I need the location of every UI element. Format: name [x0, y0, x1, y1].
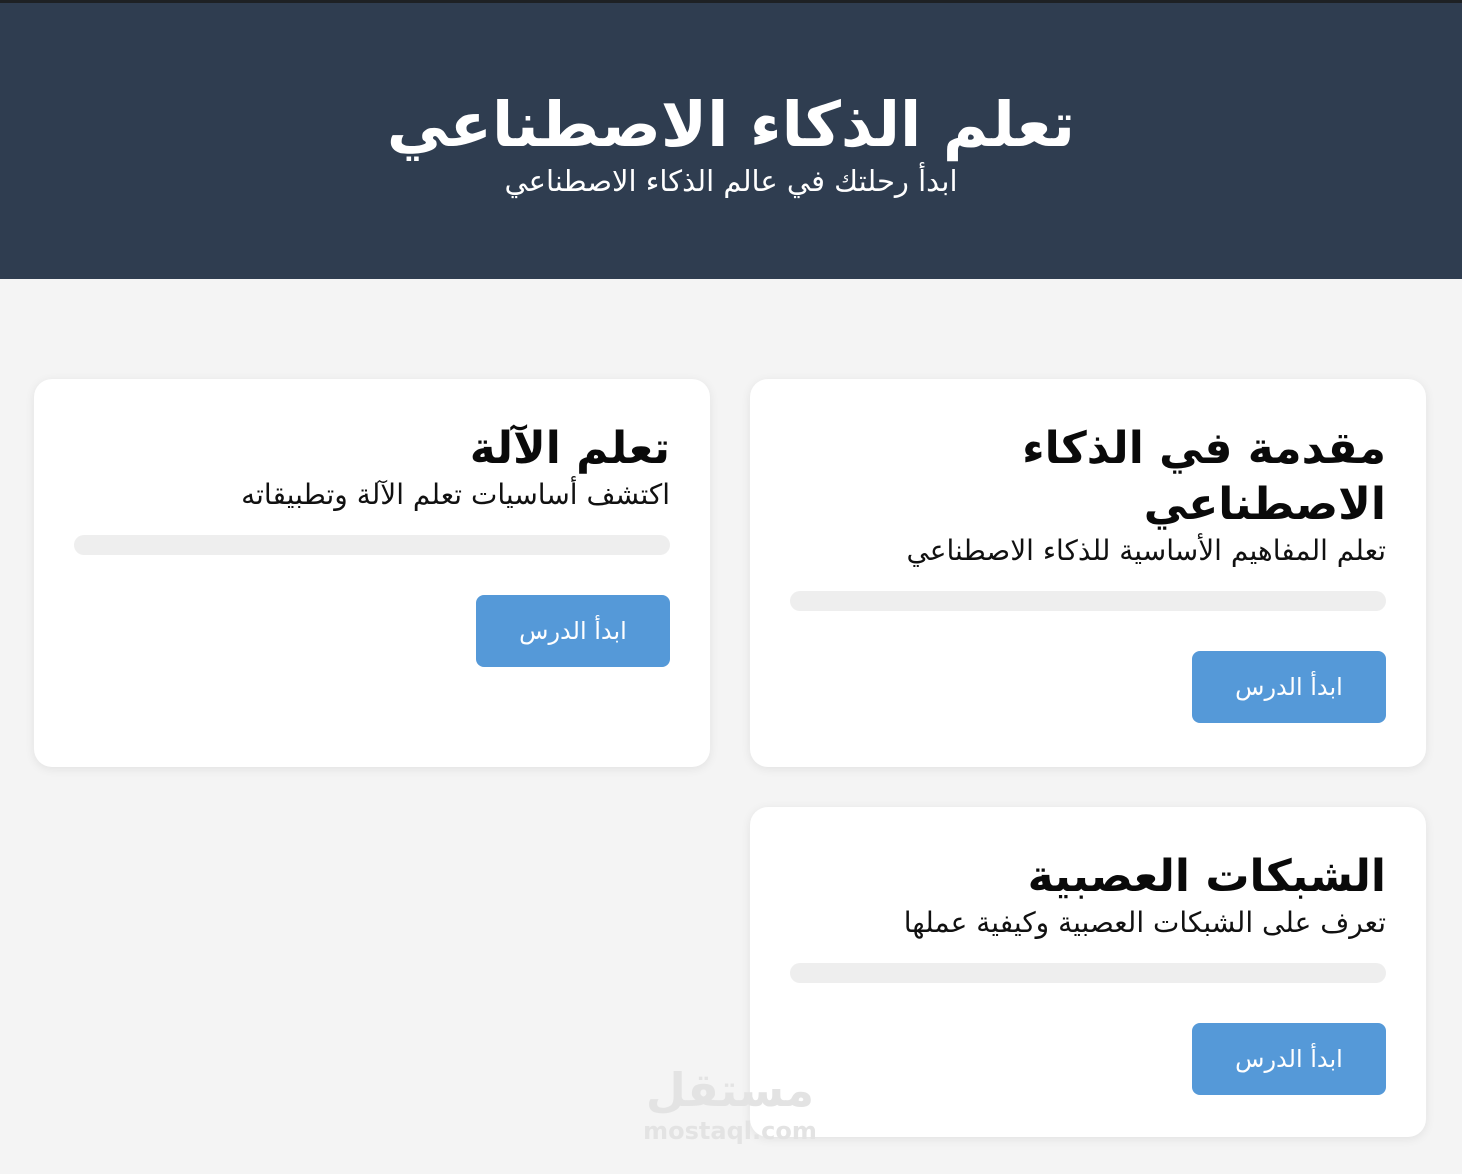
- course-progress-bar: [790, 963, 1386, 983]
- page-subtitle: ابدأ رحلتك في عالم الذكاء الاصطناعي: [504, 164, 958, 198]
- page: تعلم الذكاء الاصطناعي ابدأ رحلتك في عالم…: [0, 3, 1462, 1174]
- course-card-machine-learning: تعلم الآلة اكتشف أساسيات تعلم الآلة وتطب…: [34, 379, 710, 767]
- course-description: تعرف على الشبكات العصبية وكيفية عملها: [903, 906, 1386, 939]
- course-progress-bar: [790, 591, 1386, 611]
- start-lesson-button[interactable]: ابدأ الدرس: [476, 595, 670, 667]
- watermark-brand: مستقل: [645, 1063, 815, 1117]
- course-progress-bar: [74, 535, 670, 555]
- course-title: مقدمة في الذكاء الاصطناعي: [1022, 423, 1386, 530]
- start-lesson-button[interactable]: ابدأ الدرس: [1192, 1023, 1386, 1095]
- course-title: الشبكات العصبية: [1027, 851, 1386, 902]
- course-title: تعلم الآلة: [469, 423, 670, 474]
- course-description: تعلم المفاهيم الأساسية للذكاء الاصطناعي: [906, 534, 1386, 567]
- course-card-neural-networks: الشبكات العصبية تعرف على الشبكات العصبية…: [750, 807, 1426, 1137]
- course-card-intro-ai: مقدمة في الذكاء الاصطناعي تعلم المفاهيم …: [750, 379, 1426, 767]
- hero-header: تعلم الذكاء الاصطناعي ابدأ رحلتك في عالم…: [0, 3, 1462, 279]
- course-description: اكتشف أساسيات تعلم الآلة وتطبيقاته: [241, 478, 670, 511]
- watermark-domain: mostaql.com: [643, 1117, 817, 1145]
- watermark-logo: مستقل mostaql.com: [640, 1063, 820, 1153]
- page-title: تعلم الذكاء الاصطناعي: [386, 88, 1076, 161]
- start-lesson-button[interactable]: ابدأ الدرس: [1192, 651, 1386, 723]
